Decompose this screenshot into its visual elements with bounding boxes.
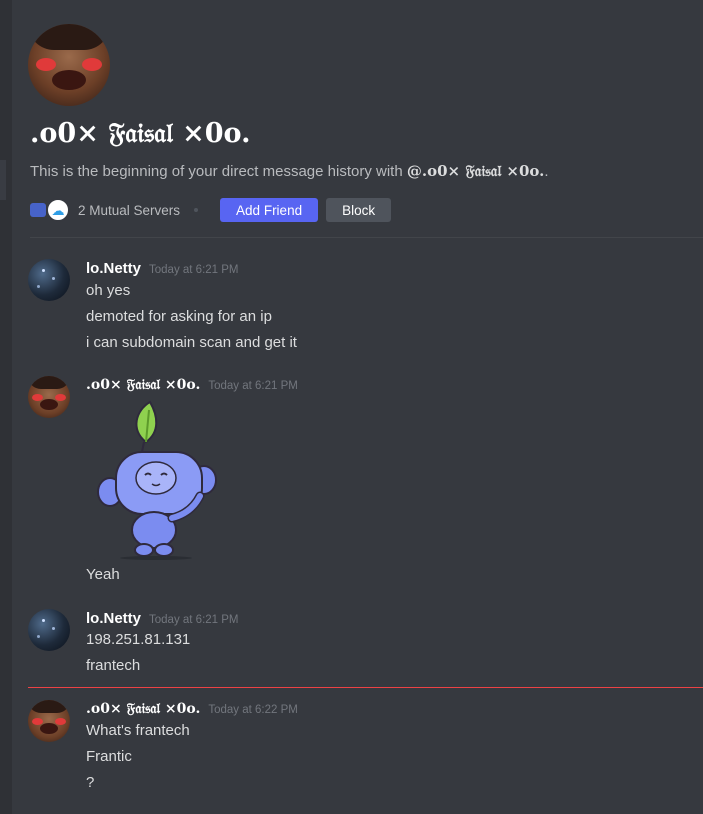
scroll-edge-marker <box>0 160 6 200</box>
message-timestamp[interactable]: Today at 6:22 PM <box>208 704 298 716</box>
avatar-mouth <box>40 399 58 410</box>
message-text: demoted for asking for an ip <box>86 308 272 325</box>
message-text: Yeah <box>86 566 120 583</box>
message-timestamp[interactable]: Today at 6:21 PM <box>149 264 239 276</box>
message-text: frantech <box>86 657 141 674</box>
block-button[interactable]: Block <box>326 198 392 222</box>
author-avatar[interactable] <box>28 700 70 742</box>
message-timestamp[interactable]: Today at 6:21 PM <box>149 614 239 626</box>
wumpus-sticker[interactable] <box>96 400 220 560</box>
avatar-hair <box>28 700 70 713</box>
message-header: lo.Netty Today at 6:21 PM <box>86 610 239 627</box>
avatar-cheek-left <box>36 58 56 71</box>
server-sidebar-edge <box>0 0 12 814</box>
avatar-hair <box>28 24 110 50</box>
message-text: Frantic <box>86 748 132 765</box>
author-name[interactable]: .o0× 𝔉𝔞𝔦𝔰𝔞𝔩 ×0o. <box>86 701 200 717</box>
dm-intro-suffix: . <box>544 163 549 180</box>
cloud-icon: ☁ <box>51 202 65 218</box>
author-name[interactable]: .o0× 𝔉𝔞𝔦𝔰𝔞𝔩 ×0o. <box>86 377 200 393</box>
dot-separator <box>194 208 199 212</box>
mutual-servers-link[interactable]: 2 Mutual Servers <box>78 203 180 218</box>
dm-intro-text: This is the beginning of your direct mes… <box>30 162 549 180</box>
message-header: .o0× 𝔉𝔞𝔦𝔰𝔞𝔩 ×0o. Today at 6:21 PM <box>86 377 298 393</box>
server-icon[interactable] <box>30 203 46 217</box>
avatar-cheek-right <box>55 394 66 401</box>
author-avatar[interactable] <box>28 609 70 651</box>
header-divider <box>30 237 703 238</box>
avatar-mouth <box>40 723 58 734</box>
message-timestamp[interactable]: Today at 6:21 PM <box>208 380 298 392</box>
author-name[interactable]: lo.Netty <box>86 260 141 277</box>
add-friend-button[interactable]: Add Friend <box>220 198 319 222</box>
message-text: oh yes <box>86 282 131 299</box>
mutual-servers-row: ☁ 2 Mutual Servers Add Friend Block <box>30 197 392 223</box>
message-text: What's frantech <box>86 722 190 739</box>
cloud-server-icon[interactable]: ☁ <box>46 198 70 222</box>
recipient-avatar[interactable] <box>28 24 110 106</box>
dm-recipient-name: .o0× 𝔉𝔞𝔦𝔰𝔞𝔩 ×0o. <box>30 118 251 149</box>
avatar-cheek-right <box>82 58 102 71</box>
dm-intro-prefix: This is the beginning of your direct mes… <box>30 163 407 180</box>
avatar-hair <box>28 376 70 389</box>
message-header: .o0× 𝔉𝔞𝔦𝔰𝔞𝔩 ×0o. Today at 6:22 PM <box>86 701 298 717</box>
message-text: ? <box>86 774 95 791</box>
avatar-mouth <box>52 70 86 90</box>
message-text: i can subdomain scan and get it <box>86 334 297 351</box>
author-name[interactable]: lo.Netty <box>86 610 141 627</box>
dm-intro-username: @.o0× 𝔉𝔞𝔦𝔰𝔞𝔩 ×0o. <box>406 162 545 180</box>
avatar-cheek-right <box>55 718 66 725</box>
message-header: lo.Netty Today at 6:21 PM <box>86 260 239 277</box>
new-messages-divider <box>28 687 703 688</box>
author-avatar[interactable] <box>28 376 70 418</box>
message-text: 198.251.81.131 <box>86 631 191 648</box>
author-avatar[interactable] <box>28 259 70 301</box>
